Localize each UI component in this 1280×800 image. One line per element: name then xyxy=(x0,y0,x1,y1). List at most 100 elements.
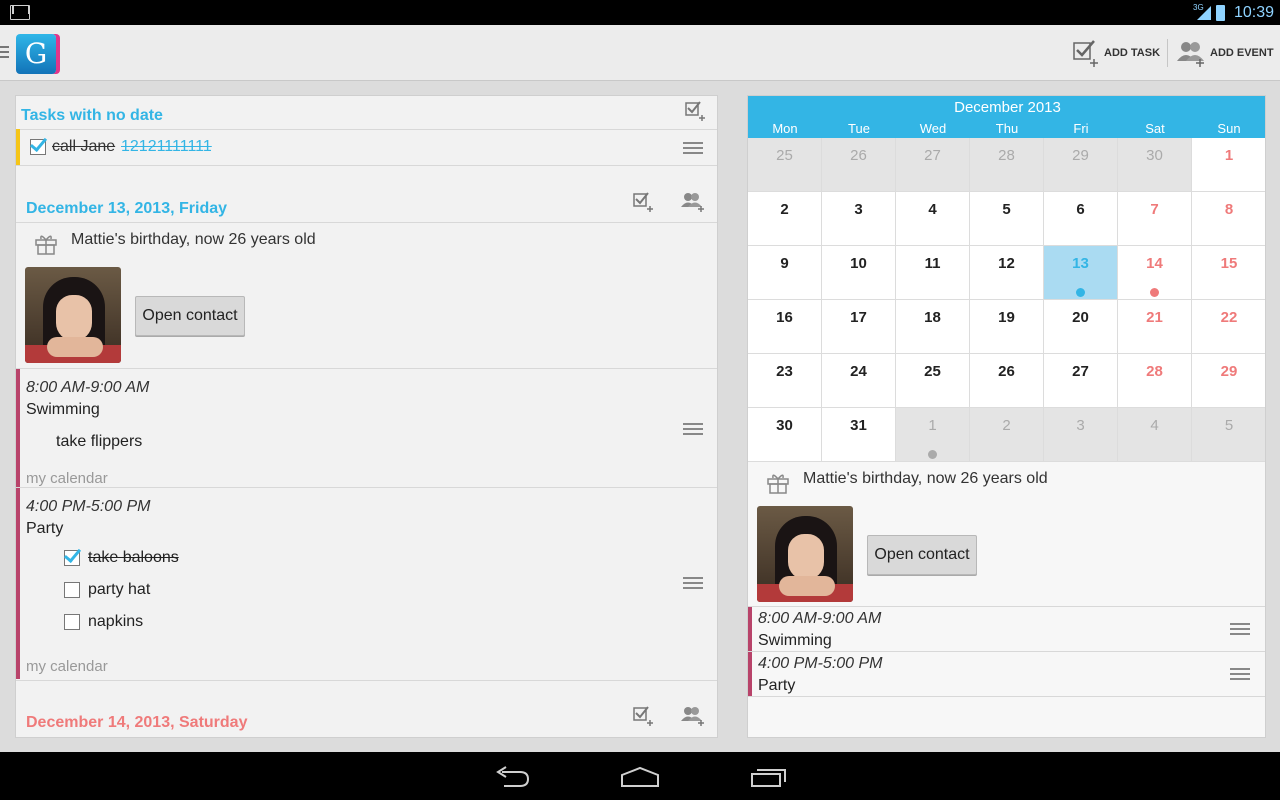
calendar-day[interactable]: 6 xyxy=(1044,192,1118,246)
subtask-text: take baloons xyxy=(88,549,179,566)
drag-handle-icon[interactable] xyxy=(683,577,703,589)
divider xyxy=(16,680,717,681)
gmail-notification-icon xyxy=(10,5,30,20)
calendar-day[interactable]: 29 xyxy=(1192,354,1265,408)
contact-photo[interactable] xyxy=(25,267,121,363)
calendar-day[interactable]: 5 xyxy=(1192,408,1265,462)
add-task-icon[interactable] xyxy=(632,704,654,726)
drag-handle-icon[interactable] xyxy=(1230,668,1250,680)
calendar-day[interactable]: 15 xyxy=(1192,246,1265,300)
open-contact-button[interactable]: Open contact xyxy=(135,296,245,336)
calendar-day[interactable]: 10 xyxy=(822,246,896,300)
subtask-text: napkins xyxy=(88,613,144,630)
calendar-day[interactable]: 13 xyxy=(1044,246,1118,300)
subtask-checkbox[interactable] xyxy=(64,582,80,598)
event-title: Party xyxy=(758,677,796,694)
undated-task-bar xyxy=(16,129,20,165)
calendar-day[interactable]: 27 xyxy=(896,138,970,192)
calendar-day[interactable]: 1 xyxy=(896,408,970,462)
event-indicator-dot xyxy=(1150,288,1159,297)
calendar-day[interactable]: 29 xyxy=(1044,138,1118,192)
calendar-day[interactable]: 17 xyxy=(822,300,896,354)
calendar-day[interactable]: 26 xyxy=(822,138,896,192)
task-checkbox[interactable] xyxy=(30,139,46,155)
open-contact-button[interactable]: Open contact xyxy=(867,535,977,575)
calendar-day[interactable]: 11 xyxy=(896,246,970,300)
back-icon[interactable] xyxy=(494,766,530,788)
calendar-day[interactable]: 9 xyxy=(748,246,822,300)
calendar-day[interactable]: 24 xyxy=(822,354,896,408)
calendar-day[interactable]: 30 xyxy=(748,408,822,462)
add-event-icon xyxy=(1177,42,1204,67)
event-item[interactable]: 4:00 PM-5:00 PM Party xyxy=(748,652,1265,696)
calendar-day[interactable]: 14 xyxy=(1118,246,1192,300)
calendar-day[interactable]: 20 xyxy=(1044,300,1118,354)
drag-handle-icon[interactable] xyxy=(1230,623,1250,635)
event-item[interactable]: 8:00 AM-9:00 AM Swimming take flippers m… xyxy=(16,369,717,487)
calendar-day[interactable]: 2 xyxy=(970,408,1044,462)
calendar-day[interactable]: 23 xyxy=(748,354,822,408)
navigation-bar xyxy=(0,752,1280,800)
subtask-checkbox[interactable] xyxy=(64,550,80,566)
event-title: Party xyxy=(26,520,64,537)
calendar-day[interactable]: 8 xyxy=(1192,192,1265,246)
event-indicator-dot xyxy=(1076,288,1085,297)
drag-handle-icon[interactable] xyxy=(683,142,703,154)
calendar-day[interactable]: 4 xyxy=(896,192,970,246)
add-task-icon[interactable] xyxy=(684,99,706,121)
action-divider xyxy=(1167,39,1168,67)
task-row[interactable]: call Jane 12121111111 xyxy=(16,129,717,165)
calendar-day[interactable]: 25 xyxy=(748,138,822,192)
event-time: 8:00 AM-9:00 AM xyxy=(758,610,882,627)
app-logo[interactable]: G xyxy=(16,34,56,74)
day-detail: Mattie's birthday, now 26 years old Open… xyxy=(748,462,1265,737)
agenda-list[interactable]: Tasks with no date call Jane 12121111111… xyxy=(15,95,718,738)
event-time: 4:00 PM-5:00 PM xyxy=(26,498,151,515)
add-event-icon[interactable] xyxy=(680,704,706,726)
contact-photo[interactable] xyxy=(757,506,853,602)
calendar-day[interactable]: 30 xyxy=(1118,138,1192,192)
calendar-day[interactable]: 5 xyxy=(970,192,1044,246)
add-task-icon xyxy=(1073,40,1098,67)
calendar-day[interactable]: 28 xyxy=(1118,354,1192,408)
day-header: December 14, 2013, Saturday xyxy=(26,714,248,731)
event-item[interactable]: 8:00 AM-9:00 AM Swimming xyxy=(748,607,1265,651)
calendar-day[interactable]: 21 xyxy=(1118,300,1192,354)
calendar-day[interactable]: 26 xyxy=(970,354,1044,408)
calendar-day[interactable]: 3 xyxy=(822,192,896,246)
calendar-day[interactable]: 4 xyxy=(1118,408,1192,462)
drag-handle-icon[interactable] xyxy=(683,423,703,435)
calendar-day[interactable]: 1 xyxy=(1192,138,1265,192)
event-color-bar xyxy=(748,607,752,651)
calendar-day[interactable]: 2 xyxy=(748,192,822,246)
task-phone-link[interactable]: 12121111111 xyxy=(121,138,212,156)
add-event-icon[interactable] xyxy=(680,190,706,212)
event-color-bar xyxy=(748,652,752,696)
calendar-day[interactable]: 16 xyxy=(748,300,822,354)
divider xyxy=(16,165,717,166)
subtask-checkbox[interactable] xyxy=(64,614,80,630)
add-event-button[interactable]: ADD EVENT xyxy=(1176,37,1274,69)
calendar-day[interactable]: 22 xyxy=(1192,300,1265,354)
add-task-button[interactable]: ADD TASK xyxy=(1072,37,1160,69)
event-note: take flippers xyxy=(56,433,143,450)
calendar-day[interactable]: 19 xyxy=(970,300,1044,354)
weekday-label: Tue xyxy=(848,121,870,136)
calendar-day[interactable]: 12 xyxy=(970,246,1044,300)
home-icon[interactable] xyxy=(620,766,660,788)
calendar-day[interactable]: 3 xyxy=(1044,408,1118,462)
calendar-month-title[interactable]: December 2013 xyxy=(748,99,1265,116)
add-task-icon[interactable] xyxy=(632,190,654,212)
calendar-day[interactable]: 31 xyxy=(822,408,896,462)
birthday-text: Mattie's birthday, now 26 years old xyxy=(803,470,1048,487)
event-item[interactable]: 4:00 PM-5:00 PM Party take baloons party… xyxy=(16,488,717,679)
calendar-day[interactable]: 28 xyxy=(970,138,1044,192)
no-date-header: Tasks with no date xyxy=(21,107,163,124)
calendar-day[interactable]: 18 xyxy=(896,300,970,354)
calendar-day[interactable]: 27 xyxy=(1044,354,1118,408)
recent-apps-icon[interactable] xyxy=(750,766,788,788)
calendar-day[interactable]: 25 xyxy=(896,354,970,408)
drawer-menu-icon[interactable] xyxy=(0,46,9,60)
signal-icon xyxy=(1197,6,1211,20)
calendar-day[interactable]: 7 xyxy=(1118,192,1192,246)
